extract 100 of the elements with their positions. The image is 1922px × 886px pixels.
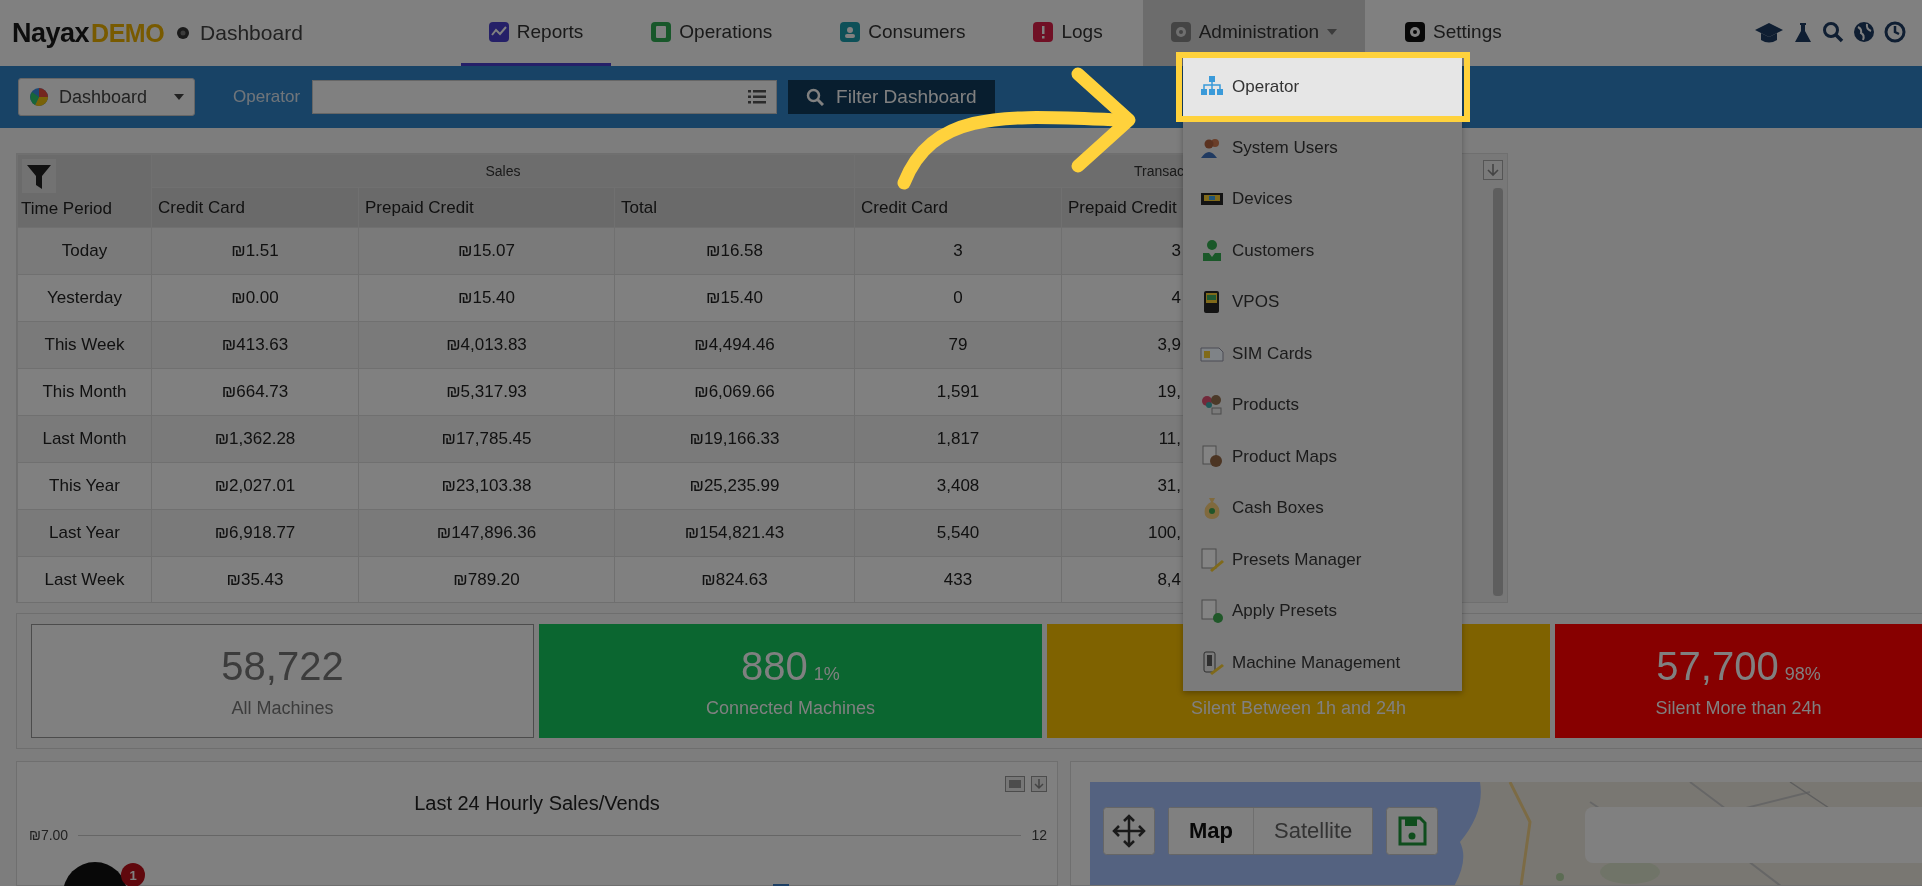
group-header: Sales xyxy=(485,163,521,179)
map-type-button[interactable]: Map xyxy=(1169,808,1254,854)
caret-icon xyxy=(174,94,184,100)
table-cell: ₪5,317.93 xyxy=(358,368,615,416)
graduation-cap-icon[interactable] xyxy=(1754,21,1784,45)
chart-icon xyxy=(488,21,509,42)
scrollbar-thumb[interactable] xyxy=(1493,188,1503,596)
table-cell: 1,817 xyxy=(854,415,1062,463)
nav-tab[interactable]: Consumers xyxy=(812,0,994,66)
table-cell: ₪4,013.83 xyxy=(358,321,615,369)
column-header: Time Period xyxy=(20,198,112,220)
column-header: Prepaid Credit xyxy=(1068,197,1177,217)
flask-icon[interactable] xyxy=(1793,21,1813,45)
table-cell: Last Year xyxy=(17,509,152,557)
clock-icon[interactable] xyxy=(1884,21,1906,45)
table-cell: 3,408 xyxy=(854,462,1062,510)
menu-item[interactable]: SIM Cards xyxy=(1183,328,1462,380)
table-cell: ₪154,821.43 xyxy=(614,509,855,557)
menu-item[interactable]: VPOS xyxy=(1183,276,1462,328)
table-cell: This Year xyxy=(17,462,152,510)
table-cell: ₪1,362.28 xyxy=(151,415,359,463)
nav-tab[interactable]: Logs xyxy=(1005,0,1131,66)
table-cell: 3 xyxy=(854,227,1062,275)
table-cell: ₪147,896.36 xyxy=(358,509,615,557)
menu-item[interactable]: System Users xyxy=(1183,122,1462,174)
table-cell: ₪6,069.66 xyxy=(614,368,855,416)
stat-percent: 1% xyxy=(813,663,840,685)
stat-percent: 98% xyxy=(1784,663,1821,685)
menu-item[interactable]: Products xyxy=(1183,379,1462,431)
table-cell: ₪17,785.45 xyxy=(358,415,615,463)
gear-icon xyxy=(1170,21,1191,42)
stat-label: Silent Between 1h and 24h xyxy=(1190,697,1407,719)
move-icon[interactable] xyxy=(1103,807,1155,855)
alert-icon xyxy=(1033,21,1054,42)
table-cell: ₪16.58 xyxy=(614,227,855,275)
page-title: Dashboard xyxy=(200,21,303,45)
pie-chart-icon xyxy=(29,87,49,107)
menu-item[interactable]: Devices xyxy=(1183,173,1462,225)
table-cell: Last Month xyxy=(17,415,152,463)
table-cell: ₪413.63 xyxy=(151,321,359,369)
list-icon xyxy=(748,90,767,104)
person-icon xyxy=(1200,238,1224,263)
column-header: Credit Card xyxy=(861,197,948,217)
stat-label: Silent More than 24h xyxy=(1655,697,1822,719)
person-icon xyxy=(840,21,861,42)
table-cell: Today xyxy=(17,227,152,275)
table-cell: This Week xyxy=(17,321,152,369)
table-cell: This Month xyxy=(17,368,152,416)
menu-item[interactable]: Machine Management xyxy=(1183,637,1462,689)
stat-label: All Machines xyxy=(231,697,334,719)
document-icon xyxy=(1200,444,1224,469)
menu-item[interactable]: Customers xyxy=(1183,225,1462,277)
clipboard-icon xyxy=(651,21,672,42)
menu-item[interactable]: Product Maps xyxy=(1183,431,1462,483)
table-cell: ₪0.00 xyxy=(151,274,359,322)
table-cell: ₪19,166.33 xyxy=(614,415,855,463)
table-cell: ₪15.40 xyxy=(614,274,855,322)
menu-item[interactable]: Cash Boxes xyxy=(1183,482,1462,534)
table-cell: ₪6,918.77 xyxy=(151,509,359,557)
download-icon[interactable] xyxy=(1483,160,1503,180)
search-icon[interactable] xyxy=(1822,21,1844,45)
save-icon[interactable] xyxy=(1386,807,1439,855)
table-cell: 5,540 xyxy=(854,509,1062,557)
table-cell: ₪23,103.38 xyxy=(358,462,615,510)
balloons-icon xyxy=(1200,393,1224,418)
column-header: Total xyxy=(621,197,657,217)
column-header: Credit Card xyxy=(158,197,245,217)
dashboard-dropdown[interactable]: Dashboard xyxy=(18,78,195,116)
download-icon[interactable] xyxy=(1031,776,1047,792)
search-icon xyxy=(806,88,825,106)
table-cell: ₪1.51 xyxy=(151,227,359,275)
field-label: Operator xyxy=(233,87,301,107)
document-pencil-icon xyxy=(1200,547,1224,572)
table-cell: Yesterday xyxy=(17,274,152,322)
menu-item[interactable]: Apply Presets xyxy=(1183,585,1462,637)
table-cell: 1,591 xyxy=(854,368,1062,416)
table-cell: ₪4,494.46 xyxy=(614,321,855,369)
notification-badge: 1 xyxy=(121,863,145,886)
dot-icon xyxy=(176,26,191,40)
table-cell: Last Week xyxy=(17,556,152,602)
operator-field[interactable] xyxy=(312,80,778,114)
axis-tick: ₪7.00 xyxy=(29,827,69,843)
table-cell: ₪664.73 xyxy=(151,368,359,416)
table-cell: ₪15.07 xyxy=(358,227,615,275)
filter-icon[interactable] xyxy=(22,159,56,193)
stat-value: 880 xyxy=(741,643,808,689)
axis-tick: 12 xyxy=(1031,827,1047,843)
document-check-icon xyxy=(1200,599,1224,624)
table-cell: ₪2,027.01 xyxy=(151,462,359,510)
logo: NayaxDEMO xyxy=(12,17,165,49)
menu-item[interactable]: Operator xyxy=(1183,58,1462,116)
table-cell: 79 xyxy=(854,321,1062,369)
stat-label: Connected Machines xyxy=(705,697,876,719)
gear-icon xyxy=(1405,21,1426,42)
stat-value: 57,700 xyxy=(1656,643,1779,689)
filter-button[interactable]: Filter Dashboard xyxy=(788,80,995,114)
menu-item[interactable]: Presets Manager xyxy=(1183,534,1462,586)
nav-tab[interactable]: Operations xyxy=(623,0,801,66)
globe-icon[interactable] xyxy=(1853,21,1875,45)
table-cell: ₪15.40 xyxy=(358,274,615,322)
